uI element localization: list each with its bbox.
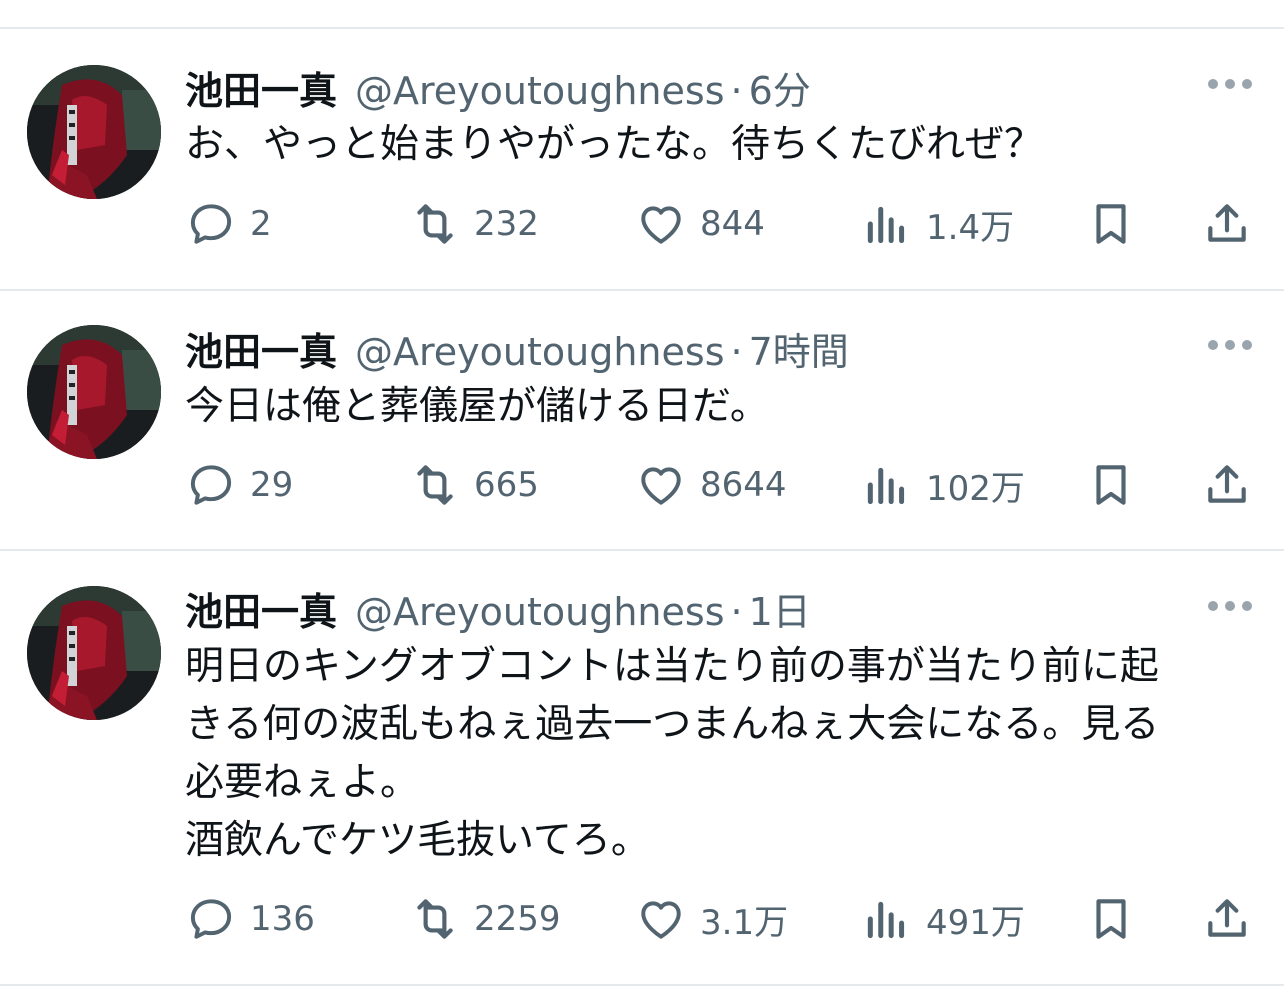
bookmark-icon[interactable] bbox=[1086, 199, 1136, 249]
views-count: 1.4万 bbox=[926, 207, 1015, 248]
tweet-actions: 2 232 844 1.4万 bbox=[0, 194, 1284, 254]
heart-icon bbox=[641, 901, 681, 939]
divider bbox=[0, 289, 1284, 291]
divider bbox=[0, 984, 1284, 986]
views-button[interactable]: 491万 bbox=[862, 889, 1025, 949]
reply-icon bbox=[190, 899, 232, 939]
reply-button[interactable]: 136 bbox=[186, 889, 315, 949]
retweet-button[interactable]: 2259 bbox=[410, 889, 561, 949]
retweet-count: 665 bbox=[474, 465, 539, 505]
views-icon bbox=[867, 901, 905, 939]
user-handle[interactable]: @Areyoutoughness bbox=[355, 69, 724, 113]
heart-icon bbox=[641, 467, 681, 505]
tweet-text: お、やっと始まりやがったな。待ちくたびれぜ？ bbox=[185, 122, 1044, 167]
reply-count: 2 bbox=[250, 204, 272, 244]
user-handle[interactable]: @Areyoutoughness bbox=[355, 330, 724, 374]
like-count: 8644 bbox=[700, 465, 787, 505]
reply-button[interactable]: 29 bbox=[186, 455, 293, 515]
tweet-header: 池田一真 @Areyoutoughness · 7時間 bbox=[185, 321, 849, 374]
avatar[interactable] bbox=[27, 586, 161, 720]
bookmark-icon[interactable] bbox=[1086, 894, 1136, 944]
separator: · bbox=[730, 69, 743, 113]
avatar[interactable] bbox=[27, 325, 161, 459]
views-count: 102万 bbox=[926, 468, 1025, 509]
display-name[interactable]: 池田一真 bbox=[185, 321, 337, 376]
more-icon[interactable] bbox=[1208, 74, 1252, 94]
divider bbox=[0, 27, 1284, 29]
like-button[interactable]: 8644 bbox=[636, 455, 787, 515]
tweet-text: 今日は俺と葬儀屋が儲ける日だ。 bbox=[185, 384, 769, 429]
divider bbox=[0, 549, 1284, 551]
retweet-button[interactable]: 232 bbox=[410, 194, 539, 254]
display-name[interactable]: 池田一真 bbox=[185, 60, 337, 115]
display-name[interactable]: 池田一真 bbox=[185, 581, 337, 636]
retweet-count: 2259 bbox=[474, 899, 561, 939]
views-count: 491万 bbox=[926, 902, 1025, 943]
avatar-image bbox=[27, 325, 161, 459]
more-icon[interactable] bbox=[1208, 335, 1252, 355]
views-icon bbox=[867, 206, 905, 244]
retweet-button[interactable]: 665 bbox=[410, 455, 539, 515]
timestamp[interactable]: 1日 bbox=[749, 581, 811, 636]
tweet-header: 池田一真 @Areyoutoughness · 6分 bbox=[185, 60, 811, 113]
like-count: 844 bbox=[700, 204, 765, 244]
tweet-actions: 29 665 8644 102万 bbox=[0, 455, 1284, 515]
share-icon[interactable] bbox=[1202, 199, 1252, 249]
tweet-header: 池田一真 @Areyoutoughness · 1日 bbox=[185, 581, 811, 634]
avatar-image bbox=[27, 586, 161, 720]
views-icon bbox=[867, 467, 905, 505]
avatar-image bbox=[27, 65, 161, 199]
tweet-text: 明日のキングオブコントは当たり前の事が当たり前に起 きる何の波乱もねぇ過去一つま… bbox=[185, 644, 1160, 863]
views-button[interactable]: 102万 bbox=[862, 455, 1025, 515]
retweet-count: 232 bbox=[474, 204, 539, 244]
heart-icon bbox=[641, 206, 681, 244]
user-handle[interactable]: @Areyoutoughness bbox=[355, 590, 724, 634]
share-icon[interactable] bbox=[1202, 460, 1252, 510]
like-button[interactable]: 3.1万 bbox=[636, 889, 788, 949]
reply-button[interactable]: 2 bbox=[186, 194, 272, 254]
retweet-icon bbox=[417, 465, 453, 505]
reply-icon bbox=[190, 465, 232, 505]
reply-icon bbox=[190, 204, 232, 244]
more-icon[interactable] bbox=[1208, 596, 1252, 616]
like-count: 3.1万 bbox=[700, 902, 789, 943]
share-icon[interactable] bbox=[1202, 894, 1252, 944]
bookmark-icon[interactable] bbox=[1086, 460, 1136, 510]
retweet-icon bbox=[417, 899, 453, 939]
separator: · bbox=[730, 590, 743, 634]
views-button[interactable]: 1.4万 bbox=[862, 194, 1014, 254]
avatar[interactable] bbox=[27, 65, 161, 199]
tweet-actions: 136 2259 3.1万 491万 bbox=[0, 889, 1284, 949]
reply-count: 136 bbox=[250, 899, 315, 939]
timestamp[interactable]: 6分 bbox=[749, 60, 811, 115]
retweet-icon bbox=[417, 204, 453, 244]
timestamp[interactable]: 7時間 bbox=[749, 321, 849, 376]
reply-count: 29 bbox=[250, 465, 294, 505]
separator: · bbox=[730, 330, 743, 374]
like-button[interactable]: 844 bbox=[636, 194, 765, 254]
